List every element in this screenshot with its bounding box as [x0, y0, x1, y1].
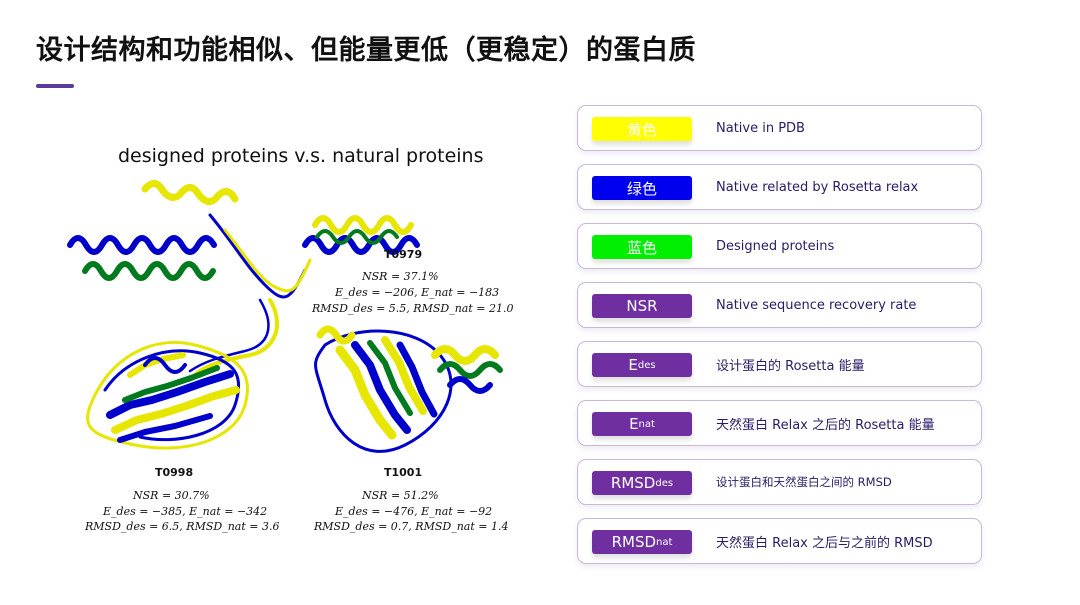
- legend-swatch-label: NSR: [626, 297, 658, 315]
- legend-swatch: 蓝色: [592, 235, 692, 259]
- legend-description: Native in PDB: [716, 120, 805, 136]
- t0979-left-helix-blue: [67, 235, 217, 255]
- legend-description: Designed proteins: [716, 238, 835, 254]
- panel-label-t0998: T0998: [155, 466, 194, 479]
- legend-card-nsr: NSR Native sequence recovery rate: [577, 282, 982, 328]
- t0979-metric-energy: E_des = −206, E_nat = −183: [335, 286, 500, 299]
- legend-card-yellow: 黄色 Native in PDB: [577, 105, 982, 151]
- legend-swatch-label: E: [629, 415, 639, 433]
- t0979-loop: [208, 213, 307, 299]
- legend-card-rmsd-des: RMSD des 设计蛋白和天然蛋白之间的 RMSD: [577, 459, 982, 505]
- legend-description: 设计蛋白和天然蛋白之间的 RMSD: [716, 475, 892, 489]
- legend-swatch-subscript: des: [655, 477, 674, 489]
- legend-card-blue: 蓝色 Designed proteins: [577, 223, 982, 269]
- t0979-left-helix-green: [82, 261, 216, 281]
- t0979-top-helix-yellow: [141, 180, 239, 205]
- t0998-metric-energy: E_des = −385, E_nat = −342: [103, 505, 268, 518]
- slide-title: 设计结构和功能相似、但能量更低（更稳定）的蛋白质: [36, 35, 696, 66]
- legend-swatch: RMSD des: [592, 471, 692, 495]
- legend-card-green: 绿色 Native related by Rosetta relax: [577, 164, 982, 210]
- legend-swatch: Edes: [592, 353, 692, 377]
- legend-swatch: RMSD nat: [592, 530, 692, 554]
- legend-description: 天然蛋白 Relax 之后的 Rosetta 能量: [716, 417, 935, 433]
- panel-label-t1001: T1001: [384, 466, 423, 479]
- legend-description: 天然蛋白 Relax 之后与之前的 RMSD: [716, 535, 933, 551]
- legend-card-rmsd-nat: RMSD nat 天然蛋白 Relax 之后与之前的 RMSD: [577, 518, 982, 564]
- legend-swatch-subscript: des: [637, 359, 656, 371]
- legend-card-edes: Edes 设计蛋白的 Rosetta 能量: [577, 341, 982, 387]
- legend-swatch-label: RMSD: [610, 474, 656, 492]
- legend-swatch-label: 蓝色: [626, 238, 657, 257]
- legend-swatch-subscript: nat: [656, 536, 673, 548]
- legend-swatch: 黄色: [592, 117, 692, 141]
- panel-label-t0979: T0979: [384, 248, 423, 261]
- t0998-structure: [86, 340, 250, 450]
- legend-description: Native sequence recovery rate: [716, 297, 917, 313]
- t1001-metric-rmsd: RMSD_des = 0.7, RMSD_nat = 1.4: [314, 520, 509, 533]
- t1001-metric-nsr: NSR = 51.2%: [362, 489, 439, 502]
- protein-structures-image: [67, 180, 503, 453]
- t0998-metric-nsr: NSR = 30.7%: [133, 489, 210, 502]
- legend-description: 设计蛋白的 Rosetta 能量: [716, 358, 865, 374]
- legend-swatch-label: 黄色: [626, 120, 657, 139]
- t0979-metric-rmsd: RMSD_des = 5.5, RMSD_nat = 21.0: [312, 302, 514, 315]
- legend-swatch: Enat: [592, 412, 692, 436]
- legend-card-enat: Enat 天然蛋白 Relax 之后的 Rosetta 能量: [577, 400, 982, 446]
- t0979-right-helix-yellow: [312, 215, 414, 235]
- legend-description: Native related by Rosetta relax: [716, 179, 919, 195]
- legend-swatch-subscript: nat: [638, 418, 655, 430]
- legend-swatch-label: RMSD: [611, 533, 657, 551]
- legend-swatch-label: E: [628, 356, 638, 374]
- legend-swatch-label: 绿色: [626, 179, 657, 198]
- title-underline: [36, 84, 74, 88]
- legend-swatch: 绿色: [592, 176, 692, 200]
- t0979-metric-nsr: NSR = 37.1%: [362, 270, 439, 283]
- legend-swatch: NSR: [592, 294, 692, 318]
- t1001-structure: [314, 325, 503, 453]
- figure-title: designed proteins v.s. natural proteins: [118, 145, 484, 167]
- t1001-metric-energy: E_des = −476, E_nat = −92: [335, 505, 493, 518]
- t0998-metric-rmsd: RMSD_des = 6.5, RMSD_nat = 3.6: [85, 520, 280, 533]
